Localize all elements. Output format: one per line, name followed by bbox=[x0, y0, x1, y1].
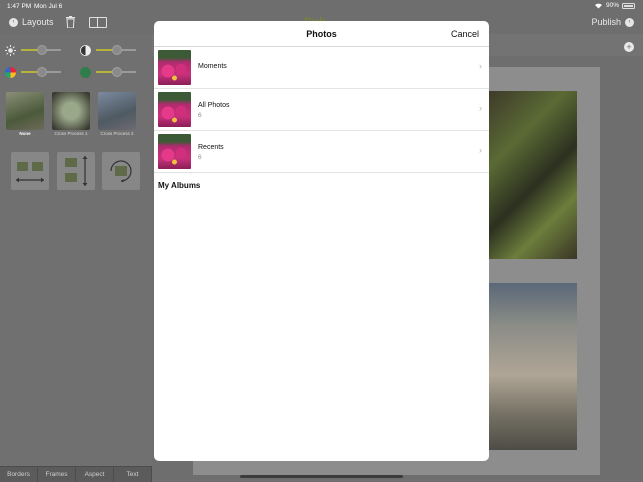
collage-photo-plants[interactable] bbox=[489, 91, 577, 259]
bottom-tab-bar: Borders Frames Aspect Text bbox=[0, 466, 152, 482]
modal-header: Photos Cancel bbox=[154, 21, 489, 47]
slider-thumb[interactable] bbox=[37, 45, 47, 55]
chevron-left-icon: ‹ bbox=[9, 17, 18, 27]
home-indicator bbox=[240, 475, 403, 478]
filter-thumbnail bbox=[98, 92, 136, 130]
album-count: 6 bbox=[198, 154, 202, 161]
flip-vertical-button[interactable] bbox=[57, 152, 95, 190]
chevron-right-icon: › bbox=[479, 145, 482, 155]
filter-cross-process-1[interactable]: Cross Process 1 bbox=[51, 92, 91, 136]
tab-frames[interactable]: Frames bbox=[38, 467, 76, 482]
flip-horizontal-button[interactable] bbox=[11, 152, 49, 190]
rotate-icon bbox=[110, 160, 132, 183]
my-albums-heading: My Albums bbox=[158, 181, 201, 190]
layouts-label: Layouts bbox=[22, 17, 54, 27]
status-right: 90% bbox=[594, 2, 635, 9]
slider-track[interactable] bbox=[21, 45, 61, 55]
album-row-all-photos[interactable]: All Photos 6 › bbox=[154, 89, 489, 131]
tab-aspect[interactable]: Aspect bbox=[76, 467, 114, 482]
chevron-right-icon: › bbox=[479, 61, 482, 71]
slider-track[interactable] bbox=[96, 45, 136, 55]
album-name: Moments bbox=[198, 63, 227, 70]
slider-thumb[interactable] bbox=[112, 67, 122, 77]
slider-track[interactable] bbox=[21, 67, 61, 77]
saturation-slider[interactable] bbox=[5, 66, 61, 78]
filter-label: Cross Process 2 bbox=[100, 131, 134, 136]
chevron-right-icon: › bbox=[479, 103, 482, 113]
publish-label: Publish bbox=[591, 17, 621, 27]
filter-thumbnail bbox=[52, 92, 90, 130]
filter-label: None bbox=[19, 131, 31, 136]
brightness-icon bbox=[5, 44, 16, 56]
battery-icon bbox=[622, 2, 635, 9]
album-count: 6 bbox=[198, 112, 202, 119]
status-date: Mon Jul 6 bbox=[34, 3, 63, 10]
collage-photo-landscape[interactable] bbox=[489, 283, 577, 450]
tint-slider[interactable] bbox=[80, 66, 136, 78]
publish-button[interactable]: Publish › bbox=[591, 17, 634, 27]
flip-vertical-icon bbox=[65, 156, 88, 186]
contrast-icon bbox=[80, 44, 91, 56]
filter-none[interactable]: None bbox=[5, 92, 45, 136]
tab-text[interactable]: Text bbox=[114, 467, 152, 482]
slider-thumb[interactable] bbox=[37, 67, 47, 77]
trash-icon[interactable] bbox=[66, 16, 75, 28]
photos-picker-modal: Photos Cancel Moments › All Photos 6 › R… bbox=[154, 21, 489, 461]
tab-borders[interactable]: Borders bbox=[0, 467, 38, 482]
rotate-button[interactable] bbox=[102, 152, 140, 190]
edit-panel: None Cross Process 1 Cross Process 2 bbox=[0, 34, 168, 466]
tint-icon bbox=[80, 66, 91, 78]
filter-thumbnail bbox=[6, 92, 44, 130]
slider-track[interactable] bbox=[96, 67, 136, 77]
brightness-slider[interactable] bbox=[5, 44, 61, 56]
battery-percent: 90% bbox=[605, 2, 619, 9]
status-time: 1:47 PM bbox=[7, 3, 32, 10]
filter-label: Cross Process 1 bbox=[54, 131, 88, 136]
chevron-right-icon: › bbox=[625, 17, 634, 27]
saturation-icon bbox=[5, 66, 16, 78]
plus-icon[interactable]: + bbox=[624, 42, 634, 52]
album-row-recents[interactable]: Recents 6 › bbox=[154, 131, 489, 173]
wifi-icon bbox=[594, 3, 602, 9]
split-view-icon[interactable] bbox=[89, 17, 107, 28]
flip-horizontal-icon bbox=[16, 162, 44, 183]
album-thumbnail bbox=[158, 50, 191, 85]
cancel-button[interactable]: Cancel bbox=[451, 29, 479, 39]
slider-thumb[interactable] bbox=[112, 45, 122, 55]
album-name: All Photos bbox=[198, 102, 230, 109]
modal-title: Photos bbox=[306, 29, 337, 39]
album-row-moments[interactable]: Moments › bbox=[154, 47, 489, 89]
album-name: Recents bbox=[198, 144, 224, 151]
layouts-back-button[interactable]: ‹ Layouts bbox=[9, 17, 54, 27]
status-bar: 1:47 PM Mon Jul 6 90% bbox=[0, 0, 643, 12]
contrast-slider[interactable] bbox=[80, 44, 136, 56]
album-thumbnail bbox=[158, 134, 191, 169]
album-thumbnail bbox=[158, 92, 191, 127]
filter-cross-process-2[interactable]: Cross Process 2 bbox=[97, 92, 137, 136]
